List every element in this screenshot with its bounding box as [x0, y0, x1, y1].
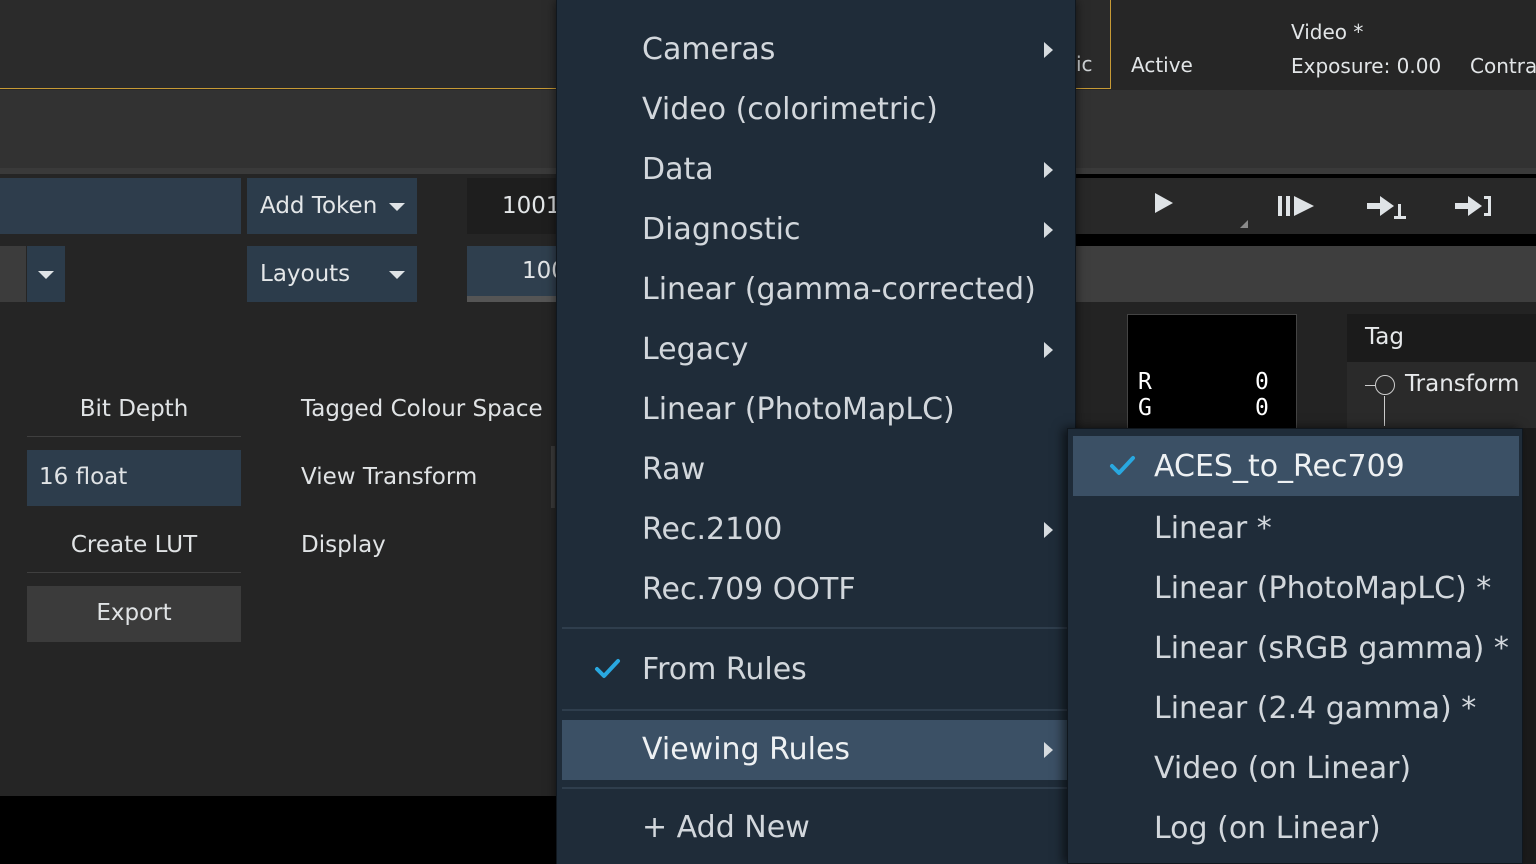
menu-item-raw[interactable]: Raw [562, 440, 1067, 500]
chevron-right-icon [1044, 522, 1053, 538]
create-lut-label: Create LUT [70, 532, 198, 558]
tagged-colour-space-label: Tagged Colour Space [301, 396, 543, 422]
menu-item-data[interactable]: Data [562, 140, 1067, 200]
end-frame-field[interactable]: 100 [467, 246, 566, 302]
menu-separator [562, 787, 1067, 789]
view-transform-label: View Transform [301, 464, 478, 490]
step-forward-button[interactable] [1277, 192, 1317, 224]
menu-separator [562, 709, 1067, 711]
preset-select[interactable] [0, 246, 26, 302]
panel-footer [0, 796, 560, 864]
jump-in-button[interactable] [1366, 192, 1408, 226]
chevron-right-icon [1044, 222, 1053, 238]
exposure-readout[interactable]: Exposure: 0.00 [1291, 54, 1441, 78]
chevron-right-icon [1044, 42, 1053, 58]
jump-in-icon [1367, 196, 1406, 219]
submenu-item-aces-to-rec709[interactable]: ACES_to_Rec709 [1073, 436, 1519, 496]
submenu-item-linear[interactable]: Linear * [1073, 498, 1519, 558]
view-tab-fragment[interactable]: ic [1076, 52, 1093, 76]
jump-end-button[interactable] [1454, 192, 1496, 226]
menu-item-video-colorimetric[interactable]: Video (colorimetric) [562, 80, 1067, 140]
menu-separator [562, 627, 1067, 629]
chevron-right-icon [1044, 342, 1053, 358]
timeline-bar[interactable] [1075, 246, 1536, 302]
viewing-rules-submenu: ACES_to_Rec709 Linear * Linear (PhotoMap… [1067, 428, 1523, 864]
menu-item-diagnostic[interactable]: Diagnostic [562, 200, 1067, 260]
submenu-item-log-on-linear[interactable]: Log (on Linear) [1073, 798, 1519, 858]
start-frame-field[interactable]: 1001 [467, 178, 561, 234]
resize-corner-icon [1240, 220, 1248, 228]
submenu-item-linear-2-4-gamma[interactable]: Linear (2.4 gamma) * [1073, 678, 1519, 738]
menu-item-viewing-rules[interactable]: Viewing Rules [562, 720, 1067, 780]
active-label[interactable]: Active [1131, 53, 1193, 77]
layouts-dropdown[interactable]: Layouts [247, 246, 417, 302]
jump-end-icon [1455, 196, 1491, 216]
chevron-down-icon [38, 271, 54, 279]
menu-item-add-new[interactable]: + Add New [562, 798, 1067, 858]
red-channel-value: 0 [1255, 369, 1269, 395]
tree-item-transform[interactable]: Transform [1405, 371, 1519, 397]
menu-item-from-rules[interactable]: From Rules [562, 640, 1067, 700]
divider [27, 436, 241, 437]
submenu-item-linear-photomaplc[interactable]: Linear (PhotoMapLC) * [1073, 558, 1519, 618]
chevron-right-icon [1044, 162, 1053, 178]
divider [27, 572, 241, 573]
chevron-down-icon [389, 271, 405, 279]
step-forward-icon [1278, 196, 1314, 216]
view-transform-select-edge[interactable] [551, 446, 555, 508]
tree-connector [1384, 396, 1385, 426]
red-channel-label: R [1138, 369, 1152, 395]
submenu-item-video-on-linear[interactable]: Video (on Linear) [1073, 738, 1519, 798]
checkmark-icon [1110, 456, 1135, 475]
bit-depth-label: Bit Depth [79, 396, 189, 422]
menu-item-linear-photomaplc[interactable]: Linear (PhotoMapLC) [562, 380, 1067, 440]
tree-connector [1365, 385, 1375, 386]
chevron-right-icon [1044, 742, 1053, 758]
contrast-readout[interactable]: Contras [1470, 54, 1536, 78]
bit-depth-select[interactable]: 16 float [27, 450, 241, 506]
menu-item-rec709-ootf[interactable]: Rec.709 OOTF [562, 560, 1067, 620]
preset-dropdown-button[interactable] [27, 246, 65, 302]
menu-item-legacy[interactable]: Legacy [562, 320, 1067, 380]
submenu-item-linear-srgb-gamma[interactable]: Linear (sRGB gamma) * [1073, 618, 1519, 678]
top-bar-left-panel [0, 0, 560, 89]
view-transform-menu: Cameras Video (colorimetric) Data Diagno… [556, 0, 1076, 864]
green-channel-label: G [1138, 395, 1152, 421]
tag-column-header[interactable]: Tag [1347, 314, 1536, 362]
video-view-title[interactable]: Video * [1291, 20, 1363, 44]
pixel-readout: R G 0 0 [1127, 314, 1297, 434]
add-token-label: Add Token [260, 193, 378, 219]
chevron-down-icon [389, 203, 405, 211]
collapse-node-icon[interactable] [1375, 375, 1395, 395]
display-label: Display [301, 532, 386, 558]
add-token-dropdown[interactable]: Add Token [247, 178, 417, 234]
panel-edge [1523, 428, 1536, 864]
layouts-label: Layouts [260, 261, 351, 287]
menu-item-linear-gamma-corrected[interactable]: Linear (gamma-corrected) [562, 260, 1067, 320]
checkmark-icon [595, 659, 620, 678]
export-button[interactable]: Export [27, 586, 241, 642]
green-channel-value: 0 [1255, 395, 1269, 421]
filename-field[interactable] [0, 178, 241, 234]
play-icon[interactable] [1155, 193, 1173, 213]
menu-item-rec2100[interactable]: Rec.2100 [562, 500, 1067, 560]
menu-item-cameras[interactable]: Cameras [562, 20, 1067, 80]
